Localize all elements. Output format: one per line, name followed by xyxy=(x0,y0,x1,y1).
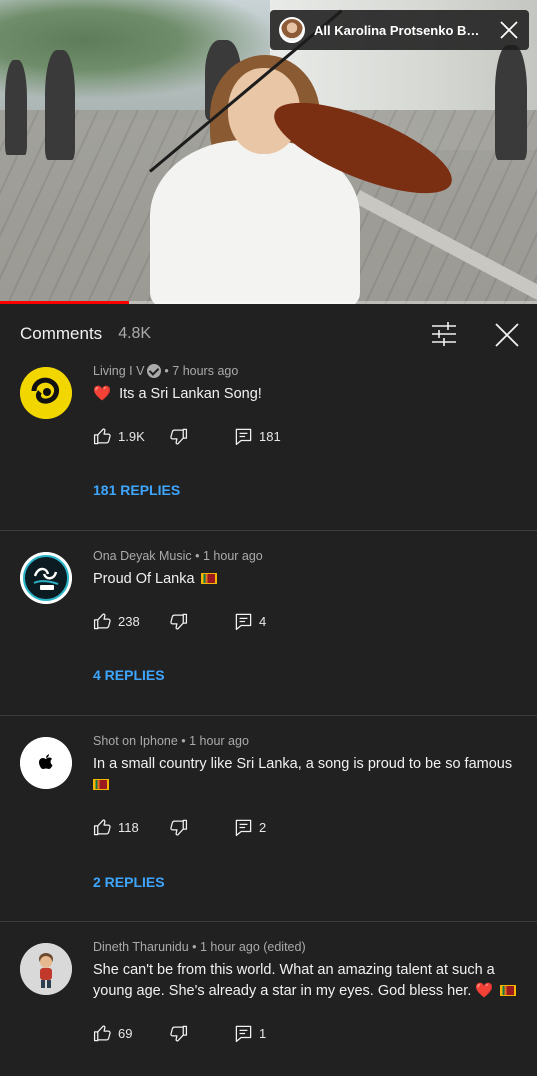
reply-icon xyxy=(235,819,252,836)
video-player[interactable]: All Karolina Protsenko Buski... xyxy=(0,0,537,304)
like-icon xyxy=(93,612,111,629)
heart-emoji: ❤️ xyxy=(93,386,112,402)
like-count: 69 xyxy=(118,1025,133,1041)
dislike-button[interactable] xyxy=(169,609,188,633)
reply-icon xyxy=(235,613,252,630)
close-comments-button[interactable] xyxy=(491,319,523,351)
like-icon xyxy=(93,818,111,835)
avatar[interactable] xyxy=(20,367,72,419)
verified-icon xyxy=(147,364,162,378)
dislike-button[interactable] xyxy=(169,815,188,839)
like-button[interactable]: 1.9K xyxy=(93,424,145,448)
sri-lanka-flag-emoji xyxy=(200,573,217,584)
dislike-icon xyxy=(170,819,188,836)
dislike-button[interactable] xyxy=(169,424,188,448)
close-icon xyxy=(495,323,519,347)
reply-button[interactable]: 4 xyxy=(234,609,266,633)
video-scene-pedestrian xyxy=(5,60,27,155)
comments-title: Comments xyxy=(20,324,103,343)
view-replies-link[interactable]: 181 REPLIES xyxy=(93,482,180,498)
video-scene-pedestrian xyxy=(495,45,527,160)
comment-actions: 238 4 xyxy=(93,609,523,633)
reply-button[interactable]: 1 xyxy=(234,1021,266,1045)
reply-count: 2 xyxy=(259,819,267,835)
comment-actions: 69 1 xyxy=(93,1021,523,1045)
comment-time: 1 hour ago xyxy=(202,549,263,563)
like-count: 238 xyxy=(118,613,140,629)
dislike-icon xyxy=(170,1025,188,1042)
avatar[interactable] xyxy=(20,943,72,995)
reply-count: 4 xyxy=(259,613,267,629)
sri-lanka-flag-emoji xyxy=(499,985,516,996)
comment-author[interactable]: Ona Deyak Music xyxy=(93,549,192,563)
comment-time: 1 hour ago (edited) xyxy=(200,940,306,954)
comment-time: 7 hours ago xyxy=(172,364,239,378)
comment-item: Ona Deyak Music • 1 hour ago Proud Of La… xyxy=(0,531,537,716)
view-replies-link[interactable]: 4 REPLIES xyxy=(93,667,165,683)
comments-header: Comments 4.8K xyxy=(0,304,537,364)
channel-pill[interactable]: All Karolina Protsenko Buski... xyxy=(270,10,529,50)
avatar[interactable] xyxy=(20,737,72,789)
comment-item: Living I V • 7 hours ago ❤️ Its a Sri Lan… xyxy=(0,364,537,530)
view-replies-link[interactable]: 2 REPLIES xyxy=(93,874,165,890)
reply-button[interactable]: 181 xyxy=(234,424,281,448)
dislike-icon xyxy=(170,428,188,445)
comment-actions: 118 2 xyxy=(93,815,523,839)
reply-icon xyxy=(235,428,252,445)
filter-icon[interactable] xyxy=(428,321,460,347)
video-scene-pedestrian xyxy=(45,50,75,160)
reply-count: 1 xyxy=(259,1025,267,1041)
comment-item: Dineth Tharunidu • 1 hour ago (edited) S… xyxy=(0,922,537,1076)
comment-text: In a small country like Sri Lanka, a son… xyxy=(93,754,518,796)
heart-emoji: ❤️ xyxy=(475,983,494,999)
like-count: 1.9K xyxy=(118,428,145,444)
comments-list[interactable]: Living I V • 7 hours ago ❤️ Its a Sri Lan… xyxy=(0,364,537,1076)
comment-text: She can't be from this world. What an am… xyxy=(93,960,518,1002)
comment-time: 1 hour ago xyxy=(189,734,249,748)
like-count: 118 xyxy=(118,819,139,835)
reply-count: 181 xyxy=(259,428,281,444)
comment-text: Proud Of Lanka xyxy=(93,569,518,590)
like-button[interactable]: 69 xyxy=(93,1021,132,1045)
like-icon xyxy=(93,427,111,444)
reply-button[interactable]: 2 xyxy=(234,815,266,839)
comment-text: ❤️ Its a Sri Lankan Song! xyxy=(93,386,262,402)
like-icon xyxy=(93,1024,111,1041)
dislike-button[interactable] xyxy=(169,1021,188,1045)
close-icon[interactable] xyxy=(496,17,522,43)
comments-count: 4.8K xyxy=(118,325,152,342)
comment-author[interactable]: Living I V xyxy=(93,364,144,378)
comment-item: Shot on Iphone • 1 hour ago In a small c… xyxy=(0,716,537,922)
avatar[interactable] xyxy=(20,552,72,604)
comment-author[interactable]: Dineth Tharunidu xyxy=(93,940,189,954)
channel-avatar[interactable] xyxy=(279,17,305,43)
dislike-icon xyxy=(170,613,188,630)
reply-icon xyxy=(235,1025,252,1042)
like-button[interactable]: 238 xyxy=(93,609,140,633)
comment-actions: 1.9K 181 xyxy=(93,424,523,448)
comment-author[interactable]: Shot on Iphone xyxy=(93,734,178,748)
channel-pill-title[interactable]: All Karolina Protsenko Buski... xyxy=(314,23,486,38)
sri-lanka-flag-emoji xyxy=(93,779,109,790)
like-button[interactable]: 118 xyxy=(93,815,139,839)
